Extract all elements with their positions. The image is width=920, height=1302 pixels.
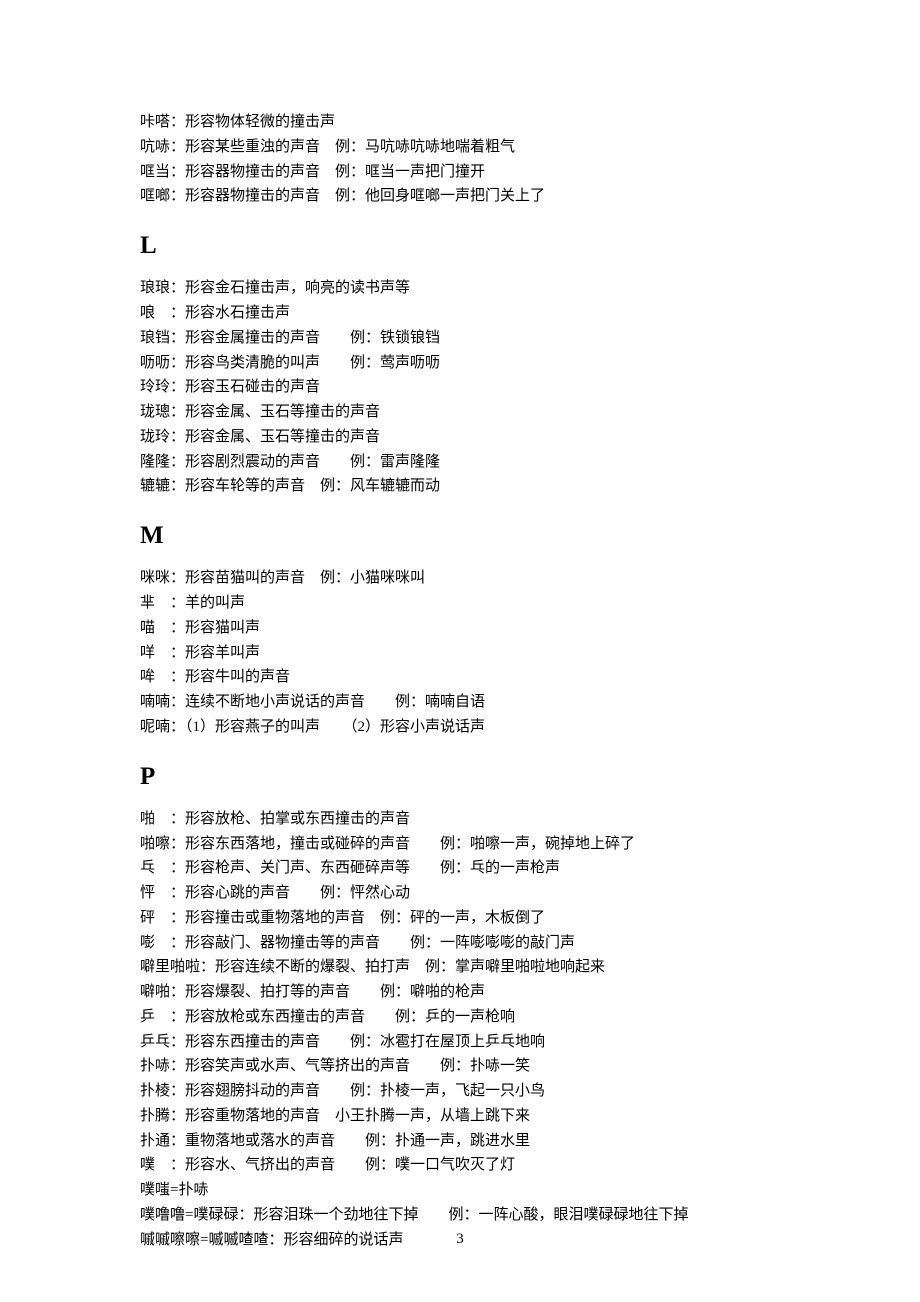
entry-line: 琅铛：形容金属撞击的声音 例：铁锁锒铛 (140, 326, 780, 351)
entry-line: 玲玲：形容玉石碰击的声音 (140, 375, 780, 400)
entry-line: 咪咪：形容苗猫叫的声音 例：小猫咪咪叫 (140, 566, 780, 591)
intro-line: 咔嗒：形容物体轻微的撞击声 (140, 110, 780, 135)
section-heading: P (140, 756, 780, 797)
intro-line: 哐啷：形容器物撞击的声音 例：他回身哐啷一声把门关上了 (140, 184, 780, 209)
entry-line: 砰 ：形容撞击或重物落地的声音 例：砰的一声，木板倒了 (140, 906, 780, 931)
entry-line: 噗 ：形容水、气挤出的声音 例：噗一口气吹灭了灯 (140, 1153, 780, 1178)
section-heading: L (140, 225, 780, 266)
entry-line: 啪嚓：形容东西落地，撞击或碰碎的声音 例：啪嚓一声，碗掉地上碎了 (140, 832, 780, 857)
entry-line: 扑腾：形容重物落地的声音 小王扑腾一声，从墙上跳下来 (140, 1104, 780, 1129)
entry-line: 珑玲：形容金属、玉石等撞击的声音 (140, 425, 780, 450)
section-p: P 啪 ：形容放枪、拍掌或东西撞击的声音 啪嚓：形容东西落地，撞击或碰碎的声音 … (140, 756, 780, 1253)
intro-block: 咔嗒：形容物体轻微的撞击声 吭哧：形容某些重浊的声音 例：马吭哧吭哧地喘着粗气 … (140, 110, 780, 209)
entry-line: 哞 ：形容牛叫的声音 (140, 665, 780, 690)
entry-line: 嘭 ：形容敲门、器物撞击等的声音 例：一阵嘭嘭嘭的敲门声 (140, 931, 780, 956)
entry-line: 噗噜噜=噗碌碌：形容泪珠一个劲地往下掉 例：一阵心酸，眼泪噗碌碌地往下掉 (140, 1203, 780, 1228)
entry-line: 喵 ：形容猫叫声 (140, 616, 780, 641)
intro-line: 哐当：形容器物撞击的声音 例：哐当一声把门撞开 (140, 160, 780, 185)
entry-line: 乒乓：形容东西撞击的声音 例：冰雹打在屋顶上乒乓地响 (140, 1030, 780, 1055)
entry-line: 辘辘：形容车轮等的声音 例：风车辘辘而动 (140, 474, 780, 499)
entry-line: 呖呖：形容鸟类清脆的叫声 例：莺声呖呖 (140, 351, 780, 376)
section-m: M 咪咪：形容苗猫叫的声音 例：小猫咪咪叫 芈 ：羊的叫声 喵 ：形容猫叫声 咩… (140, 515, 780, 740)
entry-line: 噼啪：形容爆裂、拍打等的声音 例：噼啪的枪声 (140, 980, 780, 1005)
entry-line: 琅琅：形容金石撞击声，响亮的读书声等 (140, 276, 780, 301)
entry-line: 噗嗤=扑哧 (140, 1178, 780, 1203)
entry-line: 咩 ：形容羊叫声 (140, 641, 780, 666)
entry-line: 隆隆：形容剧烈震动的声音 例：雷声隆隆 (140, 450, 780, 475)
document-content: 咔嗒：形容物体轻微的撞击声 吭哧：形容某些重浊的声音 例：马吭哧吭哧地喘着粗气 … (140, 110, 780, 1252)
entry-line: 扑棱：形容翅膀抖动的声音 例：扑棱一声，飞起一只小鸟 (140, 1079, 780, 1104)
section-l: L 琅琅：形容金石撞击声，响亮的读书声等 哴 ：形容水石撞击声 琅铛：形容金属撞… (140, 225, 780, 499)
entry-line: 怦 ：形容心跳的声音 例：怦然心动 (140, 881, 780, 906)
intro-line: 吭哧：形容某些重浊的声音 例：马吭哧吭哧地喘着粗气 (140, 135, 780, 160)
entry-line: 喃喃：连续不断地小声说话的声音 例：喃喃自语 (140, 690, 780, 715)
entry-line: 扑通：重物落地或落水的声音 例：扑通一声，跳进水里 (140, 1129, 780, 1154)
entry-line: 扑哧：形容笑声或水声、气等挤出的声音 例：扑哧一笑 (140, 1054, 780, 1079)
page-number: 3 (456, 1227, 464, 1252)
entry-line: 乒 ：形容放枪或东西撞击的声音 例：乒的一声枪响 (140, 1005, 780, 1030)
entry-line: 芈 ：羊的叫声 (140, 591, 780, 616)
entry-line: 啪 ：形容放枪、拍掌或东西撞击的声音 (140, 807, 780, 832)
entry-line: 乓 ：形容枪声、关门声、东西砸碎声等 例：乓的一声枪声 (140, 856, 780, 881)
entry-line: 噼里啪啦：形容连续不断的爆裂、拍打声 例：掌声噼里啪啦地响起来 (140, 955, 780, 980)
entry-line: 呢喃：（1）形容燕子的叫声 （2）形容小声说话声 (140, 715, 780, 740)
section-heading: M (140, 515, 780, 556)
entry-line: 哴 ：形容水石撞击声 (140, 301, 780, 326)
entry-line: 珑璁：形容金属、玉石等撞击的声音 (140, 400, 780, 425)
